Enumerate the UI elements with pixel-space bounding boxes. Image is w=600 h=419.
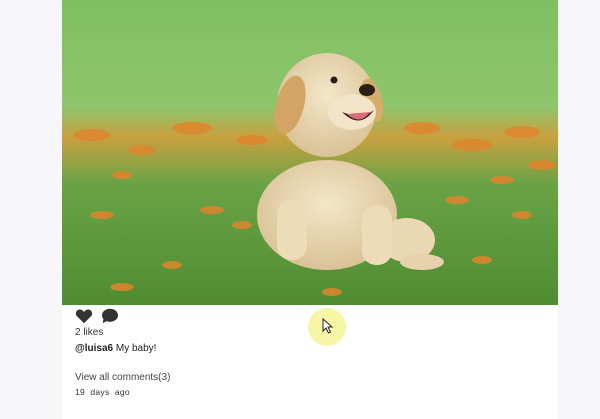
puppy-photo [62, 0, 558, 305]
page: 2 likes @luisa6 My baby! View all commen… [0, 0, 600, 419]
post-image[interactable] [62, 0, 558, 305]
comment-icon[interactable] [101, 308, 119, 324]
post-timestamp: 19 days ago [75, 387, 130, 397]
likes-count: 2 likes [75, 327, 104, 338]
post-card: 2 likes @luisa6 My baby! View all commen… [62, 0, 558, 419]
heart-icon[interactable] [75, 308, 93, 324]
caption-text: My baby! [115, 343, 157, 354]
mouse-pointer-icon [322, 317, 334, 339]
post-caption: @luisa6 My baby! [75, 343, 156, 354]
post-actions [75, 308, 119, 324]
page-background-left [0, 0, 62, 419]
caption-username[interactable]: @luisa6 [75, 343, 113, 354]
view-comments-link[interactable]: View all comments(3) [75, 372, 170, 383]
page-background-right [558, 0, 600, 419]
